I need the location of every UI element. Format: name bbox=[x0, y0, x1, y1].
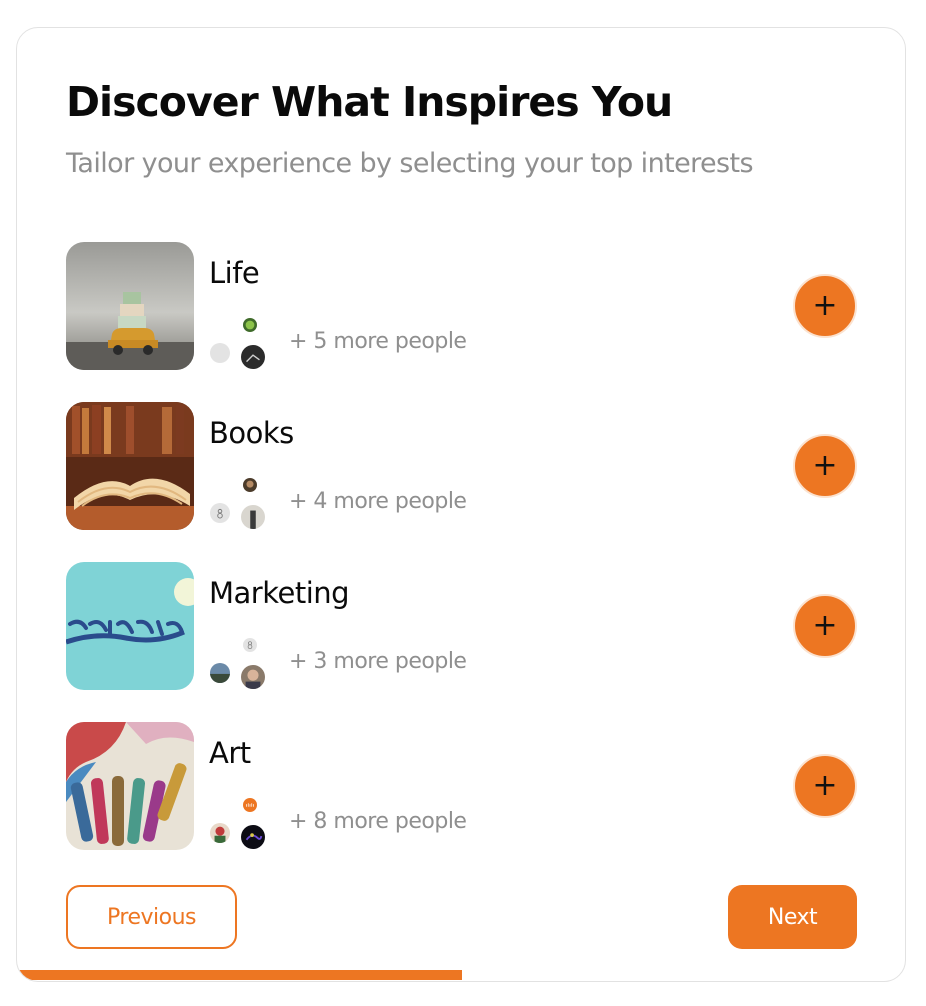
avatar bbox=[240, 664, 266, 690]
art-thumbnail bbox=[66, 722, 194, 850]
avatar bbox=[242, 797, 258, 813]
next-button[interactable]: Next bbox=[728, 885, 857, 949]
books-thumbnail bbox=[66, 402, 194, 530]
plus-icon: + bbox=[812, 288, 838, 323]
interest-label: Marketing bbox=[209, 576, 350, 610]
life-thumbnail bbox=[66, 242, 194, 370]
more-people-count: + 4 more people bbox=[289, 489, 467, 514]
interest-label: Books bbox=[209, 416, 294, 450]
interest-row-books: Books + 4 more people + bbox=[66, 402, 858, 530]
avatar bbox=[209, 662, 231, 684]
plus-icon: + bbox=[812, 448, 838, 483]
page-title: Discover What Inspires You bbox=[66, 78, 673, 126]
marketing-thumbnail bbox=[66, 562, 194, 690]
more-people-count: + 5 more people bbox=[289, 329, 467, 354]
avatar bbox=[209, 342, 231, 364]
progress-fill bbox=[17, 970, 462, 980]
page-subtitle: Tailor your experience by selecting your… bbox=[66, 148, 754, 179]
avatar bbox=[209, 502, 231, 524]
add-books-button[interactable]: + bbox=[793, 434, 857, 498]
plus-icon: + bbox=[812, 608, 838, 643]
avatar bbox=[240, 824, 266, 850]
avatar bbox=[242, 317, 258, 333]
interest-row-art: Art + 8 more people + bbox=[66, 722, 858, 850]
progress-bar bbox=[17, 970, 905, 980]
interests-card: Discover What Inspires You Tailor your e… bbox=[16, 27, 906, 982]
avatar bbox=[242, 637, 258, 653]
interest-label: Life bbox=[209, 256, 260, 290]
interest-row-marketing: Marketing + 3 more people + bbox=[66, 562, 858, 690]
add-life-button[interactable]: + bbox=[793, 274, 857, 338]
more-people-count: + 8 more people bbox=[289, 809, 467, 834]
more-people-count: + 3 more people bbox=[289, 649, 467, 674]
interest-label: Art bbox=[209, 736, 251, 770]
avatar bbox=[240, 504, 266, 530]
plus-icon: + bbox=[812, 768, 838, 803]
avatar bbox=[240, 344, 266, 370]
avatar bbox=[242, 477, 258, 493]
add-art-button[interactable]: + bbox=[793, 754, 857, 818]
avatar bbox=[209, 822, 231, 844]
add-marketing-button[interactable]: + bbox=[793, 594, 857, 658]
interest-row-life: Life + 5 more people + bbox=[66, 242, 858, 370]
previous-button[interactable]: Previous bbox=[66, 885, 237, 949]
